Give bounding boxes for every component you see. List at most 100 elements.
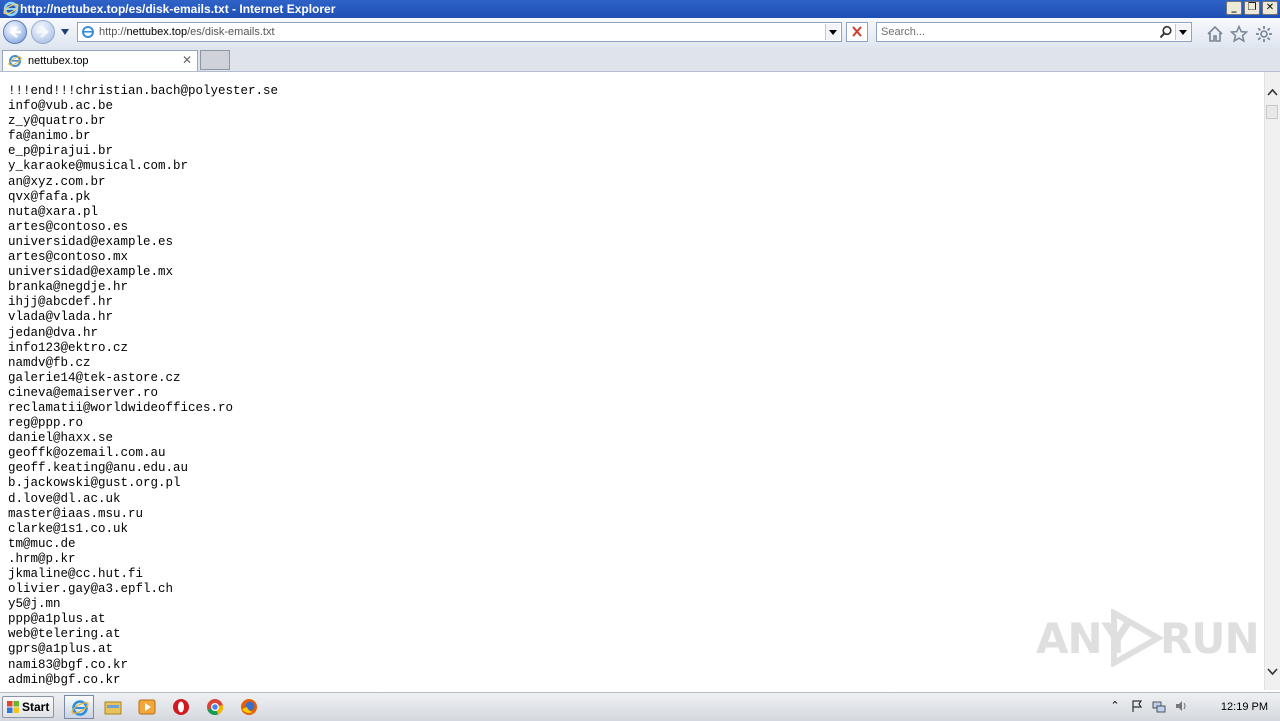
address-bar[interactable]: http://nettubex.top/es/disk-emails.txt bbox=[77, 22, 842, 42]
start-label: Start bbox=[22, 700, 50, 714]
chrome-icon bbox=[207, 699, 224, 716]
text-line: namdv@fb.cz bbox=[8, 355, 91, 370]
recent-pages-dropdown-icon[interactable] bbox=[60, 28, 70, 36]
favorites-star-icon[interactable] bbox=[1230, 25, 1248, 43]
text-line: e_p@pirajui.br bbox=[8, 144, 114, 159]
text-line: artes@contoso.es bbox=[8, 219, 129, 234]
text-line: qvx@fafa.pk bbox=[8, 189, 91, 204]
text-line: d.love@dl.ac.uk bbox=[8, 491, 121, 506]
text-line: web@telering.at bbox=[8, 627, 121, 642]
forward-arrow-icon bbox=[37, 26, 49, 38]
volume-icon[interactable] bbox=[1174, 699, 1188, 713]
search-dropdown-button[interactable] bbox=[1175, 24, 1190, 40]
taskbar-opera[interactable] bbox=[166, 695, 196, 719]
home-icon[interactable] bbox=[1206, 25, 1224, 43]
text-line: nuta@xara.pl bbox=[8, 204, 99, 219]
text-line: z_y@quatro.br bbox=[8, 114, 106, 129]
tab-close-icon[interactable]: ✕ bbox=[182, 53, 192, 67]
text-line: universidad@example.mx bbox=[8, 265, 174, 280]
text-line: universidad@example.es bbox=[8, 234, 174, 249]
show-hidden-icons-icon[interactable]: ⌃ bbox=[1108, 699, 1122, 713]
text-line: vlada@vlada.hr bbox=[8, 310, 114, 325]
text-line: info123@ektro.cz bbox=[8, 340, 129, 355]
text-line: .hrm@p.kr bbox=[8, 551, 76, 566]
text-line: galerie14@tek-astore.cz bbox=[8, 370, 181, 385]
taskbar-file-explorer[interactable] bbox=[98, 695, 128, 719]
watermark-text-right: RUN bbox=[1160, 614, 1260, 663]
text-line: olivier.gay@a3.epfl.ch bbox=[8, 582, 174, 597]
action-center-flag-icon[interactable] bbox=[1130, 699, 1144, 713]
text-line: daniel@haxx.se bbox=[8, 431, 114, 446]
text-line: info@vub.ac.be bbox=[8, 99, 114, 114]
close-icon bbox=[852, 26, 862, 37]
text-line: jedan@dva.hr bbox=[8, 325, 99, 340]
taskbar-firefox[interactable] bbox=[234, 695, 264, 719]
page-icon bbox=[82, 26, 94, 38]
text-line: geoffk@ozemail.com.au bbox=[8, 446, 166, 461]
text-line: an@xyz.com.br bbox=[8, 174, 106, 189]
text-line: y5@j.mn bbox=[8, 597, 61, 612]
tab-bar: nettubex.top ✕ bbox=[0, 48, 1280, 72]
folder-icon bbox=[104, 701, 122, 715]
minimize-button[interactable]: _ bbox=[1226, 1, 1242, 15]
scrollbar-thumb[interactable] bbox=[1266, 105, 1278, 119]
back-arrow-icon bbox=[9, 26, 21, 38]
text-line: tm@muc.de bbox=[8, 536, 76, 551]
restore-button[interactable]: ❐ bbox=[1244, 1, 1260, 15]
vertical-scrollbar[interactable] bbox=[1264, 72, 1280, 690]
text-line: geoff.keating@anu.edu.au bbox=[8, 461, 189, 476]
url-path: /es/disk-emails.txt bbox=[187, 26, 275, 38]
play-logo-icon bbox=[1111, 609, 1164, 667]
search-placeholder: Search... bbox=[881, 26, 926, 38]
taskbar-clock: 12:19 PM bbox=[1220, 701, 1268, 713]
taskbar: Start ⌃ 12:19 PM bbox=[0, 692, 1280, 721]
text-file-content: !!!end!!!christian.bach@polyester.se info… bbox=[8, 84, 278, 688]
text-line: fa@animo.br bbox=[8, 129, 91, 144]
back-button[interactable] bbox=[3, 20, 27, 44]
scroll-down-icon[interactable] bbox=[1265, 663, 1280, 680]
url-text: http://nettubex.top/es/disk-emails.txt bbox=[99, 25, 275, 39]
navigation-bar: http://nettubex.top/es/disk-emails.txt S… bbox=[0, 18, 1280, 49]
new-tab-button[interactable] bbox=[200, 50, 230, 70]
internet-explorer-icon bbox=[3, 1, 19, 17]
internet-explorer-icon bbox=[8, 55, 22, 67]
text-line: y_karaoke@musical.com.br bbox=[8, 159, 189, 174]
scroll-up-icon[interactable] bbox=[1265, 84, 1280, 101]
chevron-down-icon bbox=[829, 30, 837, 35]
text-line: artes@contoso.mx bbox=[8, 250, 129, 265]
text-line: b.jackowski@gust.org.pl bbox=[8, 476, 181, 491]
text-line: gprs@a1plus.at bbox=[8, 642, 114, 657]
url-host: nettubex.top bbox=[126, 26, 188, 38]
text-line: master@iaas.msu.ru bbox=[8, 506, 144, 521]
tab-label: nettubex.top bbox=[28, 55, 89, 67]
text-line: reg@ppp.ro bbox=[8, 416, 84, 431]
text-line: nami83@bgf.co.kr bbox=[8, 657, 129, 672]
internet-explorer-icon bbox=[71, 700, 89, 716]
network-icon[interactable] bbox=[1152, 699, 1166, 713]
settings-gear-icon[interactable] bbox=[1255, 25, 1273, 43]
address-dropdown-button[interactable] bbox=[825, 24, 840, 40]
text-line: clarke@1s1.co.uk bbox=[8, 521, 129, 536]
taskbar-internet-explorer[interactable] bbox=[64, 695, 94, 719]
system-tray: ⌃ 12:19 PM bbox=[1102, 693, 1280, 721]
tab-nettubex[interactable]: nettubex.top ✕ bbox=[2, 50, 198, 71]
text-line: reclamatii@worldwideoffices.ro bbox=[8, 400, 234, 415]
firefox-icon bbox=[241, 699, 257, 715]
opera-icon bbox=[173, 699, 189, 715]
stop-button[interactable] bbox=[846, 22, 868, 42]
forward-button[interactable] bbox=[31, 20, 55, 44]
search-box[interactable]: Search... bbox=[876, 22, 1192, 42]
taskbar-chrome[interactable] bbox=[200, 695, 230, 719]
close-button[interactable]: ✕ bbox=[1262, 1, 1278, 15]
taskbar-media-player[interactable] bbox=[132, 695, 162, 719]
text-line: !!!end!!!christian.bach@polyester.se bbox=[8, 84, 279, 98]
windows-logo-icon bbox=[7, 701, 19, 713]
url-prefix: http:// bbox=[99, 26, 127, 38]
text-line: ihjj@abcdef.hr bbox=[8, 295, 114, 310]
search-icon[interactable] bbox=[1159, 25, 1173, 39]
start-button[interactable]: Start bbox=[2, 696, 54, 718]
text-line: admin@bgf.co.kr bbox=[8, 672, 121, 687]
text-line: jkmaline@cc.hut.fi bbox=[8, 567, 144, 581]
chevron-down-icon bbox=[1179, 30, 1187, 35]
page-content: !!!end!!!christian.bach@polyester.se info… bbox=[0, 72, 1264, 690]
